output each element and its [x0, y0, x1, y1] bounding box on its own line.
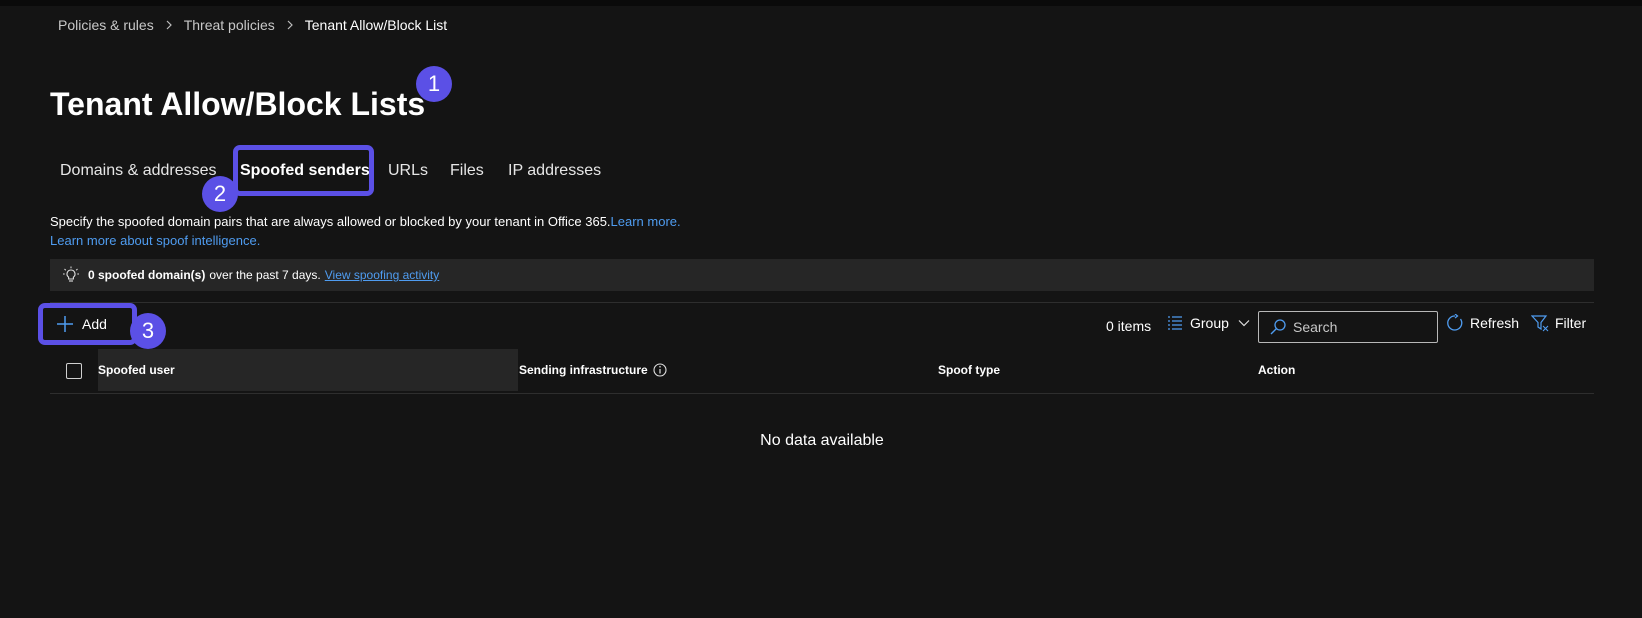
- tab-urls[interactable]: URLs: [388, 158, 428, 184]
- group-list-icon: [1166, 314, 1184, 332]
- table-header: Spoofed user Sending infrastructure Spoo…: [50, 349, 1594, 393]
- tab-domains-addresses[interactable]: Domains & addresses: [60, 158, 217, 184]
- breadcrumb: Policies & rules Threat policies Tenant …: [58, 17, 447, 33]
- description: Specify the spoofed domain pairs that ar…: [50, 212, 681, 250]
- column-label: Spoof type: [938, 363, 1000, 377]
- search-icon: [1269, 318, 1287, 336]
- breadcrumb-item-policies[interactable]: Policies & rules: [58, 17, 154, 33]
- breadcrumb-item-current: Tenant Allow/Block List: [304, 17, 448, 33]
- column-header-sending-infrastructure[interactable]: Sending infrastructure: [519, 349, 919, 391]
- tab-files[interactable]: Files: [450, 158, 484, 184]
- select-all-checkbox[interactable]: [66, 363, 82, 379]
- view-spoofing-activity-link[interactable]: View spoofing activity: [325, 268, 440, 282]
- filter-icon: [1531, 314, 1549, 332]
- group-label: Group: [1190, 315, 1229, 331]
- refresh-button[interactable]: Refresh: [1446, 314, 1519, 332]
- learn-more-link[interactable]: Learn more.: [611, 214, 681, 229]
- highlight-add-button: [38, 303, 137, 345]
- tab-ip-addresses[interactable]: IP addresses: [508, 158, 601, 184]
- column-label: Sending infrastructure: [519, 363, 648, 377]
- step-marker-3: 3: [130, 313, 166, 349]
- refresh-label: Refresh: [1470, 315, 1520, 331]
- search-box[interactable]: [1258, 311, 1438, 343]
- top-strip: [0, 0, 1642, 6]
- column-header-spoof-type[interactable]: Spoof type: [938, 349, 1238, 391]
- lightbulb-icon: [62, 266, 80, 284]
- spoof-info-bar: 0 spoofed domain(s) over the past 7 days…: [50, 259, 1594, 291]
- chevron-right-icon: [154, 20, 184, 30]
- group-button[interactable]: Group: [1166, 314, 1251, 332]
- step-marker-2: 2: [202, 176, 238, 212]
- column-label: Spoofed user: [98, 363, 175, 377]
- chevron-down-icon: [1237, 316, 1251, 330]
- column-header-action[interactable]: Action: [1258, 349, 1558, 391]
- page-title: Tenant Allow/Block Lists: [50, 86, 426, 122]
- page: Policies & rules Threat policies Tenant …: [0, 0, 1642, 618]
- filter-label: Filter: [1555, 315, 1587, 331]
- table-divider: [50, 393, 1594, 394]
- refresh-icon: [1446, 314, 1464, 332]
- column-label: Action: [1258, 363, 1296, 377]
- spoofed-domain-count: 0 spoofed domain(s): [88, 268, 206, 282]
- empty-state-message: No data available: [760, 432, 884, 449]
- search-input[interactable]: [1293, 319, 1423, 335]
- highlight-spoofed-senders: [233, 145, 374, 196]
- section-divider: [50, 302, 1594, 303]
- spoof-intelligence-link[interactable]: Learn more about spoof intelligence.: [50, 233, 260, 248]
- items-count: 0 items: [1106, 318, 1152, 334]
- filter-button[interactable]: Filter: [1531, 314, 1586, 332]
- breadcrumb-item-threat-policies[interactable]: Threat policies: [184, 17, 275, 33]
- info-icon[interactable]: [653, 363, 667, 377]
- description-text: Specify the spoofed domain pairs that ar…: [50, 214, 611, 229]
- column-header-spoofed-user[interactable]: Spoofed user: [98, 349, 518, 391]
- infobar-text: over the past 7 days.: [209, 268, 321, 282]
- chevron-right-icon: [275, 20, 305, 30]
- step-marker-1: 1: [416, 66, 452, 102]
